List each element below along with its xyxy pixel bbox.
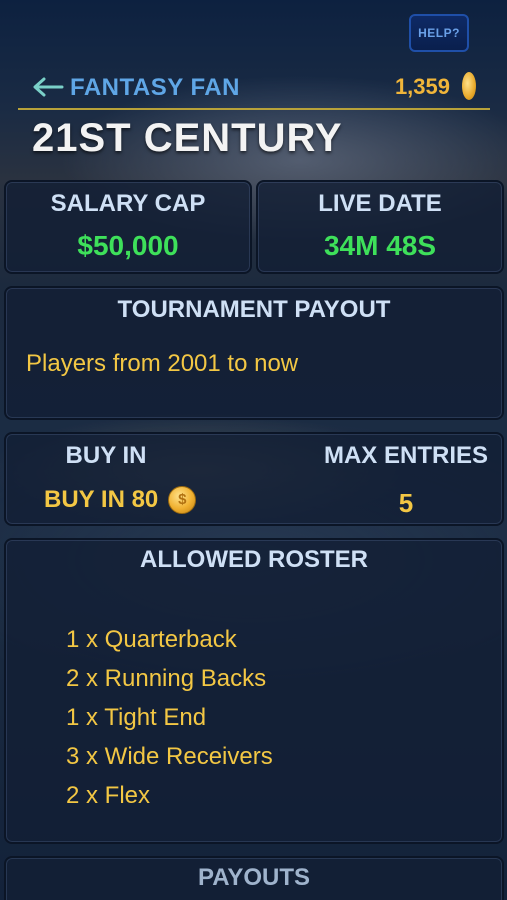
payouts-label: PAYOUTS [197,864,311,891]
roster-item: 2 x Flex [66,782,151,809]
roster-item: 3 x Wide Receivers [66,743,273,770]
max-entries-value: 5 [398,488,414,518]
header-bar: FANTASY FAN 1,359 [18,66,490,110]
help-button[interactable]: HELP? [409,14,469,52]
salary-cap-panel: SALARY CAP $50,000 [4,180,252,274]
tournament-description: Players from 2001 to now [26,350,299,377]
coin-icon: $ [168,486,197,514]
buy-in-label: BUY IN [65,442,147,469]
back-arrow-icon[interactable] [30,76,64,98]
live-date-panel: LIVE DATE 34M 48S [256,180,504,274]
tournament-payout-label: TOURNAMENT PAYOUT [117,296,391,323]
allowed-roster-label: ALLOWED ROSTER [140,546,368,573]
entry-info-panel: BUY IN BUY IN 80 $ MAX ENTRIES 5 [4,432,504,526]
page-title: 21ST CENTURY [32,116,343,160]
max-entries-label: MAX ENTRIES [323,442,488,469]
roster-item: 1 x Tight End [66,704,207,731]
allowed-roster-panel: ALLOWED ROSTER 1 x Quarterback 2 x Runni… [4,538,504,844]
salary-cap-label: SALARY CAP [50,190,206,217]
buy-in-amount: BUY IN 80 [44,486,159,513]
coin-balance: 1,359 [394,74,450,99]
payouts-panel[interactable]: PAYOUTS [4,856,504,900]
coin-icon [462,72,476,100]
help-button-label: HELP? [418,26,460,40]
salary-cap-value: $50,000 [77,230,179,261]
roster-item: 2 x Running Backs [66,665,267,692]
roster-list: 1 x Quarterback 2 x Running Backs 1 x Ti… [66,620,273,815]
roster-item: 1 x Quarterback [66,626,237,653]
tournament-payout-panel: TOURNAMENT PAYOUT Players from 2001 to n… [4,286,504,420]
app-title: FANTASY FAN [70,74,240,101]
buy-in-value: BUY IN 80 $ [44,486,197,514]
live-date-countdown: 34M 48S [323,230,437,261]
live-date-label: LIVE DATE [318,190,442,217]
